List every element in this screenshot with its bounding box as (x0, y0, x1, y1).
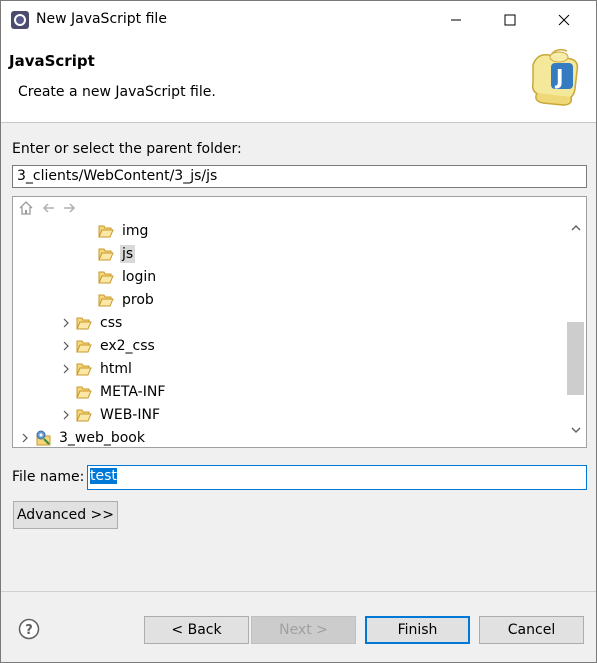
window-title: New JavaScript file (36, 11, 167, 27)
parent-folder-label: Enter or select the parent folder: (12, 141, 242, 157)
file-name-input[interactable]: test (87, 465, 587, 490)
chevron-right-icon[interactable] (17, 430, 33, 446)
forward-arrow-icon[interactable] (62, 200, 78, 216)
folder-open-icon (76, 361, 94, 377)
scroll-up-icon[interactable] (565, 219, 586, 236)
wizard-title: JavaScript (9, 52, 95, 70)
back-button[interactable]: < Back (144, 616, 249, 644)
tree-item-img[interactable]: img (80, 220, 150, 242)
wizard-banner: JavaScript Create a new JavaScript file.… (1, 39, 596, 123)
scroll-thumb[interactable] (567, 322, 584, 395)
tree-item-label: js (120, 245, 136, 263)
cancel-button[interactable]: Cancel (479, 616, 584, 644)
folder-open-icon (98, 223, 116, 239)
tree-item-js[interactable]: js (80, 243, 136, 265)
javascript-wizard-icon: J (523, 45, 595, 107)
tree-item-html[interactable]: html (58, 358, 134, 380)
chevron-right-icon[interactable] (58, 361, 74, 377)
folder-tree[interactable]: img js login prob css ex2_css html META-… (12, 196, 587, 448)
wizard-description: Create a new JavaScript file. (18, 84, 216, 100)
folder-open-icon (98, 246, 116, 262)
tree-item-3-web-book[interactable]: 3_web_book (17, 427, 147, 449)
folder-open-icon (98, 269, 116, 285)
scroll-down-icon[interactable] (565, 422, 586, 439)
tree-item-label: login (122, 269, 157, 285)
minimize-icon (451, 19, 461, 21)
svg-text:?: ? (25, 623, 33, 638)
tree-item-css[interactable]: css (58, 312, 124, 334)
new-javascript-file-dialog: New JavaScript file JavaScript Create a … (0, 0, 597, 663)
svg-text:J: J (554, 65, 563, 89)
folder-open-icon (76, 315, 94, 331)
help-icon[interactable]: ? (18, 618, 40, 640)
tree-item-web-inf[interactable]: WEB-INF (58, 404, 162, 426)
tree-item-label: ex2_css (100, 338, 155, 354)
parent-folder-input[interactable]: 3_clients/WebContent/3_js/js (12, 165, 587, 188)
chevron-right-icon[interactable] (58, 315, 74, 331)
tree-item-label: META-INF (100, 384, 166, 400)
tree-item-login[interactable]: login (80, 266, 158, 288)
eclipse-icon (10, 10, 30, 30)
home-icon[interactable] (18, 200, 34, 216)
folder-open-icon (76, 384, 94, 400)
maximize-button[interactable] (487, 1, 533, 39)
tree-scrollbar[interactable] (565, 219, 586, 447)
tree-item-label: css (100, 315, 123, 331)
maximize-icon (504, 14, 516, 26)
file-name-label: File name: (12, 469, 85, 485)
title-bar: New JavaScript file (1, 1, 596, 39)
file-name-value: test (90, 468, 117, 484)
close-button[interactable] (541, 1, 587, 39)
tree-item-meta-inf[interactable]: META-INF (58, 381, 167, 403)
advanced-button[interactable]: Advanced >> (13, 501, 118, 529)
chevron-right-icon[interactable] (58, 407, 74, 423)
tree-item-label: WEB-INF (100, 407, 160, 423)
folder-open-icon (98, 292, 116, 308)
chevron-right-icon[interactable] (58, 338, 74, 354)
tree-item-label: img (122, 223, 149, 239)
folder-open-icon (76, 407, 94, 423)
finish-button[interactable]: Finish (365, 616, 470, 644)
tree-item-prob[interactable]: prob (80, 289, 156, 311)
minimize-button[interactable] (433, 1, 479, 39)
close-icon (558, 14, 570, 26)
folder-open-icon (76, 338, 94, 354)
project-icon (35, 430, 53, 446)
next-button[interactable]: Next > (251, 616, 356, 644)
tree-item-label: 3_web_book (59, 430, 145, 446)
back-arrow-icon[interactable] (40, 200, 56, 216)
button-bar-separator (1, 591, 596, 592)
tree-item-ex2-css[interactable]: ex2_css (58, 335, 157, 357)
tree-toolbar (13, 197, 586, 219)
tree-item-label: prob (122, 292, 154, 308)
tree-item-label: html (100, 361, 132, 377)
